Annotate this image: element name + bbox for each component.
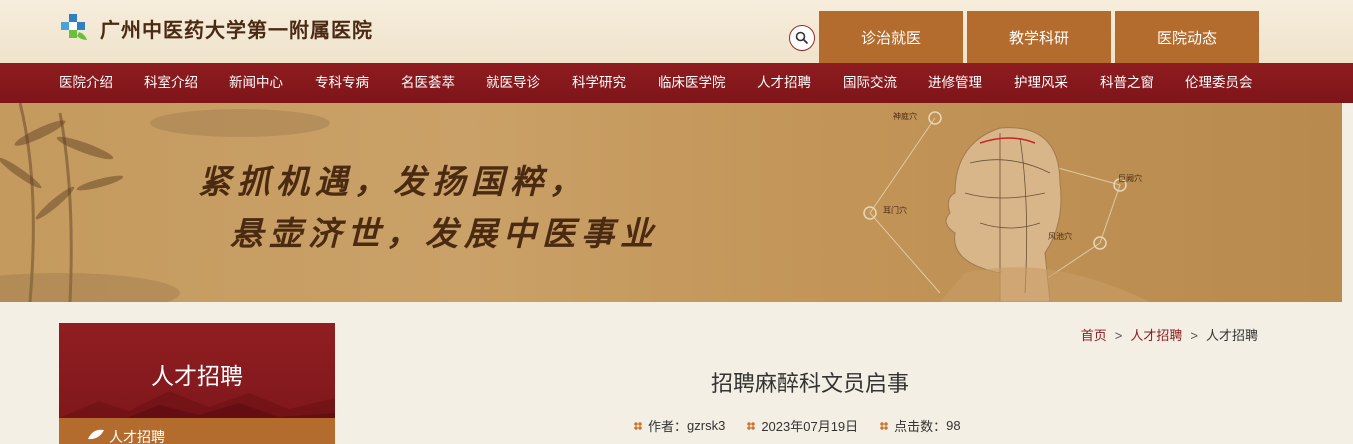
clicks-label: 点击数： <box>894 419 947 434</box>
sidebar-panel: 人才招聘 人才招聘 <box>59 323 335 444</box>
acupoint-label: 神庭穴 <box>893 112 917 121</box>
nav-item-specialties[interactable]: 专科专病 <box>315 63 369 103</box>
search-button[interactable] <box>789 25 815 51</box>
acupoint-label: 巨阙穴 <box>1118 174 1142 183</box>
acupuncture-head-figure <box>863 111 1150 302</box>
tab-hospital-news[interactable]: 医院动态 <box>1115 11 1259 63</box>
breadcrumb-separator: > <box>1114 328 1123 343</box>
breadcrumb: 首页 > 人才招聘 > 人才招聘 <box>1081 325 1258 344</box>
nav-item-departments[interactable]: 科室介绍 <box>144 63 198 103</box>
breadcrumb-current: 人才招聘 <box>1205 328 1258 343</box>
meta-author: 作者： gzrsk3 <box>634 416 725 435</box>
sidebar-item-label: 人才招聘 <box>109 429 165 444</box>
banner-slogan-line2: 悬壶济世，发展中医事业 <box>230 214 659 253</box>
leaf-icon <box>88 429 104 440</box>
date-value: 2023年07月19日 <box>761 419 859 434</box>
author-label: 作者： <box>648 419 688 434</box>
article-meta: 作者： gzrsk3 2023年07月19日 点击数： 98 <box>634 416 983 435</box>
nav-item-science-window[interactable]: 科普之窗 <box>1100 63 1154 103</box>
nav-item-clinical-college[interactable]: 临床医学院 <box>658 63 726 103</box>
hospital-logo-icon[interactable] <box>59 12 91 44</box>
nav-item-patient-guide[interactable]: 就医导诊 <box>486 63 540 103</box>
sidebar-title: 人才招聘 <box>151 363 243 389</box>
nav-item-news-center[interactable]: 新闻中心 <box>229 63 283 103</box>
nav-item-hospital-intro[interactable]: 医院介绍 <box>59 63 113 103</box>
breadcrumb-recruitment[interactable]: 人才招聘 <box>1130 328 1182 343</box>
nav-item-nursing[interactable]: 护理风采 <box>1014 63 1068 103</box>
sidebar-item-recruitment[interactable]: 人才招聘 <box>59 418 335 444</box>
tab-teaching-research[interactable]: 教学科研 <box>967 11 1111 63</box>
nav-item-training[interactable]: 进修管理 <box>928 63 982 103</box>
breadcrumb-separator: > <box>1190 328 1198 343</box>
meta-date: 2023年07月19日 <box>747 416 858 435</box>
nav-item-international[interactable]: 国际交流 <box>843 63 897 103</box>
dots-icon <box>880 421 889 430</box>
main-nav: 医院介绍 科室介绍 新闻中心 专科专病 名医荟萃 就医导诊 科学研究 临床医学院… <box>0 63 1353 103</box>
dots-icon <box>747 421 756 430</box>
author-value: gzrsk3 <box>687 418 726 433</box>
tab-diagnosis-treatment[interactable]: 诊治就医 <box>819 11 963 63</box>
clicks-value: 98 <box>946 418 961 433</box>
banner-slogan-line1: 紧抓机遇，发扬国粹， <box>198 162 588 201</box>
hero-banner: 紧抓机遇，发扬国粹， 悬壶济世，发展中医事业 神庭穴 耳门穴 风池穴 巨阙穴 <box>0 103 1342 302</box>
nav-item-ethics[interactable]: 伦理委员会 <box>1185 63 1253 103</box>
nav-item-recruitment[interactable]: 人才招聘 <box>757 63 811 103</box>
nav-item-famous-doctors[interactable]: 名医荟萃 <box>401 63 455 103</box>
acupoint-label: 耳门穴 <box>883 206 907 215</box>
search-icon <box>795 31 809 45</box>
meta-clicks: 点击数： 98 <box>880 416 961 435</box>
article-title: 招聘麻醉科文员启事 <box>710 371 909 396</box>
site-title[interactable]: 广州中医药大学第一附属医院 <box>100 14 373 43</box>
nav-item-research[interactable]: 科学研究 <box>572 63 626 103</box>
site-header: 广州中医药大学第一附属医院 诊治就医 教学科研 医院动态 <box>0 0 1353 63</box>
dots-icon <box>634 421 642 430</box>
breadcrumb-home[interactable]: 首页 <box>1081 328 1107 343</box>
acupoint-label: 风池穴 <box>1048 232 1072 241</box>
